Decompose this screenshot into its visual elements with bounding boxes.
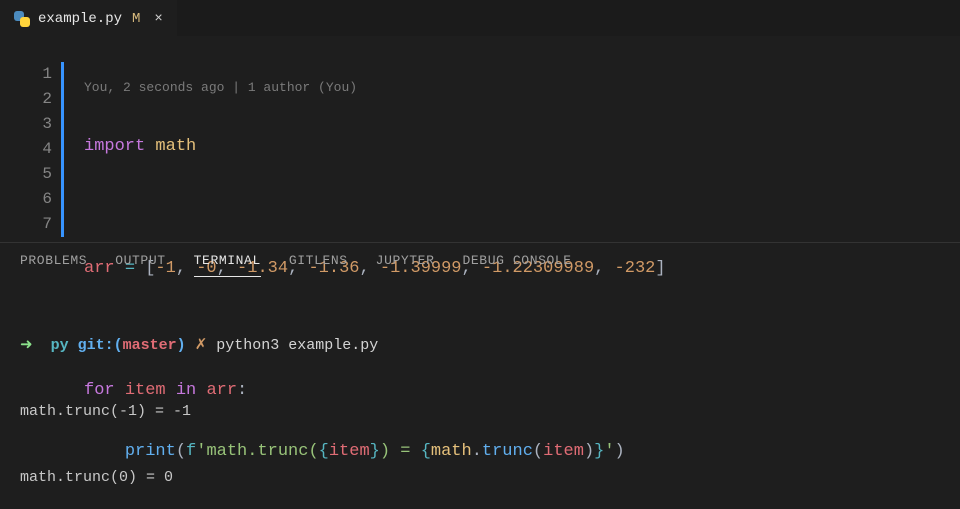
tab-filename: example.py [38,11,122,27]
line-number: 6 [0,187,52,212]
prompt-git-close: ) [177,337,186,354]
line-number: 7 [0,212,52,237]
line-number-gutter: 1 2 3 4 5 6 7 [0,42,66,236]
prompt-dirty-icon: ✗ [195,337,208,354]
git-blame-annotation: You, 2 seconds ago | 1 author (You) [84,78,666,98]
prompt-path: py [51,337,69,354]
line-number: 1 [0,62,52,87]
git-change-bar [61,62,64,237]
line-number: 5 [0,162,52,187]
tab-jupyter[interactable]: JUPYTER [376,253,435,277]
tab-debug-console[interactable]: DEBUG CONSOLE [462,253,571,277]
code-line [84,195,666,220]
prompt-branch: master [123,337,177,354]
code-area[interactable]: You, 2 seconds ago | 1 author (You) impo… [66,42,666,236]
prompt-git-label: git:( [78,337,123,354]
line-number: 4 [0,137,52,162]
tab-terminal[interactable]: TERMINAL [194,253,261,277]
modified-indicator: M [132,11,140,27]
tab-problems[interactable]: PROBLEMS [20,253,87,277]
prompt-arrow-icon: ➜ [20,337,33,354]
terminal-command: python3 example.py [216,337,378,354]
tab-output[interactable]: OUTPUT [115,253,165,277]
terminal-view[interactable]: ➜ py git:(master) ✗ python3 example.py m… [0,277,960,509]
line-number: 3 [0,112,52,137]
python-icon [14,11,30,27]
tab-gitlens[interactable]: GITLENS [289,253,348,277]
tab-bar: example.py M × [0,0,960,36]
bottom-panel: PROBLEMS OUTPUT TERMINAL GITLENS JUPYTER… [0,242,960,509]
code-line: import math [84,134,666,159]
terminal-output-line: math.trunc(0) = 0 [20,467,940,489]
line-number: 2 [0,87,52,112]
file-tab[interactable]: example.py M × [0,0,177,36]
code-editor[interactable]: 1 2 3 4 5 6 7 You, 2 seconds ago | 1 aut… [0,36,960,242]
panel-tab-bar: PROBLEMS OUTPUT TERMINAL GITLENS JUPYTER… [0,243,960,277]
terminal-output-line: math.trunc(-1) = -1 [20,401,940,423]
terminal-line: ➜ py git:(master) ✗ python3 example.py [20,335,940,357]
close-icon[interactable]: × [154,11,162,27]
